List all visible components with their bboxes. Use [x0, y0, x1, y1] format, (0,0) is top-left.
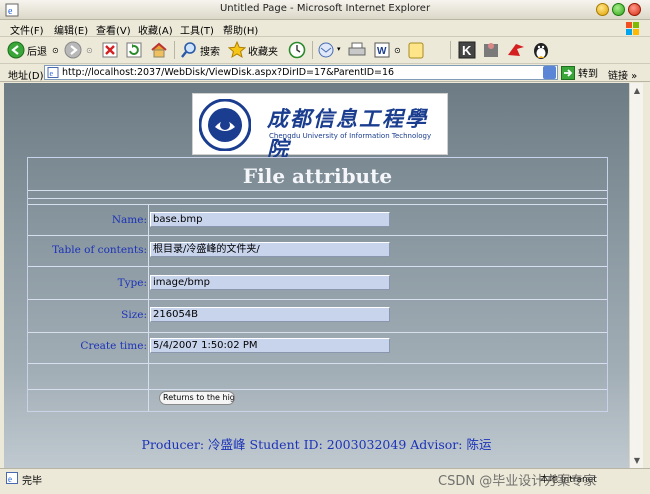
go-button[interactable]: 转到: [561, 65, 598, 80]
field-value-size[interactable]: 216054B: [150, 307, 390, 322]
svg-text:K: K: [462, 43, 472, 58]
forward-arrow-icon: [64, 41, 82, 59]
divider: [28, 299, 607, 300]
status-text: 完毕: [22, 476, 42, 487]
address-input[interactable]: e http://localhost:2037/WebDisk/ViewDisk…: [44, 65, 558, 80]
university-seal-icon: [199, 99, 251, 151]
field-label-name: Name:: [111, 214, 147, 226]
home-icon[interactable]: [150, 41, 168, 59]
favorites-label: 收藏夹: [248, 46, 278, 58]
address-url: http://localhost:2037/WebDisk/ViewDisk.a…: [62, 67, 395, 78]
windows-logo-icon: [626, 22, 639, 35]
divider: [28, 204, 607, 205]
discuss-icon[interactable]: [408, 42, 424, 59]
page-title: File attribute: [242, 164, 393, 188]
scroll-up-arrow-icon[interactable]: ▲: [631, 84, 643, 97]
divider: [28, 235, 607, 236]
search-label: 搜索: [200, 46, 220, 58]
page-icon: e: [47, 67, 59, 78]
history-icon[interactable]: [288, 41, 306, 59]
favorites-star-icon: [228, 41, 246, 59]
divider: [28, 389, 607, 390]
divider: [28, 198, 607, 199]
svg-text:e: e: [50, 69, 54, 78]
k-app-icon[interactable]: K: [458, 41, 476, 59]
menu-edit[interactable]: 编辑(E): [54, 22, 88, 37]
menu-tools[interactable]: 工具(T): [180, 22, 214, 37]
mail-dropdown-icon[interactable]: ▾: [337, 45, 341, 53]
field-value-create-time[interactable]: 5/4/2007 1:50:02 PM: [150, 338, 390, 353]
forward-dropdown-icon[interactable]: ⊙: [86, 46, 93, 55]
qq-penguin-icon[interactable]: [532, 40, 550, 60]
back-arrow-icon: [7, 41, 25, 59]
edit-word-icon[interactable]: W: [374, 42, 390, 58]
go-label: 转到: [578, 69, 598, 80]
flashget-icon[interactable]: [506, 41, 526, 59]
refresh-icon[interactable]: [126, 42, 142, 58]
edit-dropdown-icon[interactable]: ⊙: [394, 46, 401, 55]
scroll-down-arrow-icon[interactable]: ▼: [631, 454, 643, 467]
close-button[interactable]: [628, 3, 641, 16]
field-value-name[interactable]: base.bmp: [150, 212, 390, 227]
toolbar: 后退 ⊙ ⊙ 搜索 收藏夹 ▾ W ⊙ K: [0, 37, 650, 64]
page-status-icon: e: [6, 472, 18, 484]
status-bar: e 完毕 本地 Intranet CSDN @毕业设计方案专家: [0, 468, 650, 494]
panel-header: File attribute: [28, 158, 607, 191]
address-bar: 地址(D) e http://localhost:2037/WebDisk/Vi…: [0, 64, 650, 82]
maximize-button[interactable]: [612, 3, 625, 16]
field-value-type[interactable]: image/bmp: [150, 275, 390, 290]
file-attribute-panel: File attribute Name: base.bmp Table of c…: [27, 157, 608, 412]
menu-view[interactable]: 查看(V): [96, 22, 131, 37]
back-button[interactable]: 后退: [7, 40, 47, 60]
links-button[interactable]: 链接 »: [608, 67, 637, 82]
search-button[interactable]: 搜索: [180, 40, 220, 60]
field-value-directory[interactable]: 根目录/冷盛峰的文件夹/: [150, 242, 390, 257]
return-button[interactable]: Returns to the highe: [159, 391, 235, 405]
field-label-type: Type:: [117, 277, 147, 289]
svg-text:W: W: [377, 46, 387, 57]
back-dropdown-icon[interactable]: ⊙: [52, 46, 59, 55]
menu-help[interactable]: 帮助(H): [223, 22, 258, 37]
watermark: CSDN @毕业设计方案专家: [438, 474, 597, 489]
search-icon: [181, 42, 196, 58]
page-viewport: 成都信息工程學院 Chengdu University of Informati…: [4, 83, 629, 468]
forward-button[interactable]: [64, 40, 82, 60]
mail-icon[interactable]: [318, 42, 336, 58]
address-dropdown-icon[interactable]: [543, 66, 556, 79]
divider: [28, 266, 607, 267]
messenger-figure-icon[interactable]: [482, 41, 500, 59]
back-label: 后退: [27, 46, 47, 58]
field-label-size: Size:: [121, 309, 147, 321]
divider: [28, 363, 607, 364]
divider: [28, 332, 607, 333]
address-label: 地址(D): [8, 71, 44, 82]
minimize-button[interactable]: [596, 3, 609, 16]
university-logo: 成都信息工程學院 Chengdu University of Informati…: [192, 93, 448, 161]
stop-icon[interactable]: [102, 42, 118, 58]
go-arrow-icon: [561, 65, 575, 80]
menu-favorites[interactable]: 收藏(A): [138, 22, 173, 37]
vertical-scrollbar[interactable]: ▲ ▼: [629, 83, 643, 468]
logo-english-name: Chengdu University of Information Techno…: [269, 132, 432, 140]
window-title: Untitled Page - Microsoft Internet Explo…: [219, 3, 431, 14]
field-label-directory: Table of contents:: [52, 244, 147, 256]
favorites-button[interactable]: 收藏夹: [228, 40, 278, 60]
print-icon[interactable]: [348, 42, 366, 58]
links-label: 链接: [608, 71, 628, 82]
field-label-create-time: Create time:: [80, 340, 147, 352]
svg-text:e: e: [8, 474, 12, 484]
producer-info: Producer: 冷盛峰 Student ID: 2003032049 Adv…: [141, 437, 492, 452]
title-bar: e Untitled Page - Microsoft Internet Exp…: [0, 0, 650, 20]
menu-file[interactable]: 文件(F): [10, 22, 44, 37]
menu-bar: 文件(F) 编辑(E) 查看(V) 收藏(A) 工具(T) 帮助(H): [0, 20, 650, 37]
